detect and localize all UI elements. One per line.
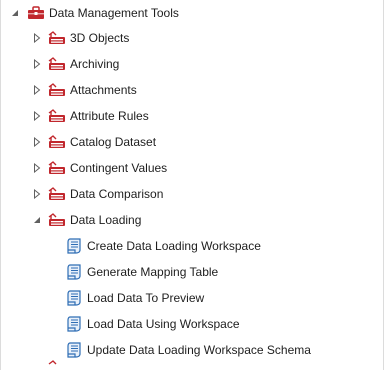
tool-label: Create Data Loading Workspace [87, 239, 261, 253]
collapse-arrow-icon[interactable] [31, 214, 43, 226]
tree-item-catalog-dataset[interactable]: Catalog Dataset [1, 129, 383, 155]
tool-load-data-to-preview[interactable]: Load Data To Preview [1, 285, 383, 311]
tree-item-label: Data Comparison [70, 187, 164, 201]
expand-arrow-icon[interactable] [31, 58, 43, 70]
expand-arrow-icon[interactable] [31, 136, 43, 148]
tree-item-data-comparison[interactable]: Data Comparison [1, 181, 383, 207]
tool-load-data-using-workspace[interactable]: Load Data Using Workspace [1, 311, 383, 337]
tree-item-data-loading[interactable]: Data Loading [1, 207, 383, 233]
tree-item-label: Data Loading [70, 213, 142, 227]
tree-item-label: Attachments [70, 83, 137, 97]
tree-item-label: 3D Objects [70, 31, 130, 45]
tool-label: Load Data To Preview [87, 291, 205, 305]
toolset-icon [48, 160, 66, 176]
expand-arrow-icon[interactable] [31, 84, 43, 96]
tool-label: Generate Mapping Table [87, 265, 219, 279]
toolbox-icon [27, 5, 45, 21]
tree-item-attachments[interactable]: Attachments [1, 77, 383, 103]
tree-item-contingent-values[interactable]: Contingent Values [1, 155, 383, 181]
tree-item-next-toolset[interactable] [1, 360, 383, 374]
toolset-icon [48, 360, 66, 374]
expand-arrow-icon[interactable] [31, 361, 43, 373]
script-tool-icon [65, 264, 83, 280]
tree-item-attribute-rules[interactable]: Attribute Rules [1, 103, 383, 129]
script-tool-icon [65, 238, 83, 254]
toolset-icon [48, 212, 66, 228]
tree-item-3d-objects[interactable]: 3D Objects [1, 25, 383, 51]
toolset-icon [48, 134, 66, 150]
tool-create-data-loading-workspace[interactable]: Create Data Loading Workspace [1, 233, 383, 259]
tool-label: Update Data Loading Workspace Schema [87, 343, 311, 357]
tree-item-label: Contingent Values [70, 161, 168, 175]
toolset-icon [48, 108, 66, 124]
collapse-arrow-icon[interactable] [9, 7, 21, 19]
toolset-icon [48, 82, 66, 98]
tool-generate-mapping-table[interactable]: Generate Mapping Table [1, 259, 383, 285]
script-tool-icon [65, 316, 83, 332]
script-tool-icon [65, 290, 83, 306]
geoprocessing-tree: Data Management Tools 3D Objects Archivi… [0, 0, 384, 370]
tree-item-archiving[interactable]: Archiving [1, 51, 383, 77]
tree-item-label: Attribute Rules [70, 109, 149, 123]
expand-arrow-icon[interactable] [31, 110, 43, 122]
toolset-icon [48, 56, 66, 72]
tree-item-data-management-tools[interactable]: Data Management Tools [1, 0, 383, 26]
tree-item-label: Archiving [70, 57, 120, 71]
tree-item-label: Catalog Dataset [70, 135, 157, 149]
script-tool-icon [65, 342, 83, 358]
expand-arrow-icon[interactable] [31, 162, 43, 174]
tool-label: Load Data Using Workspace [87, 317, 240, 331]
tree-item-label: Data Management Tools [49, 6, 179, 20]
expand-arrow-icon[interactable] [31, 32, 43, 44]
toolset-icon [48, 186, 66, 202]
expand-arrow-icon[interactable] [31, 188, 43, 200]
toolset-icon [48, 30, 66, 46]
